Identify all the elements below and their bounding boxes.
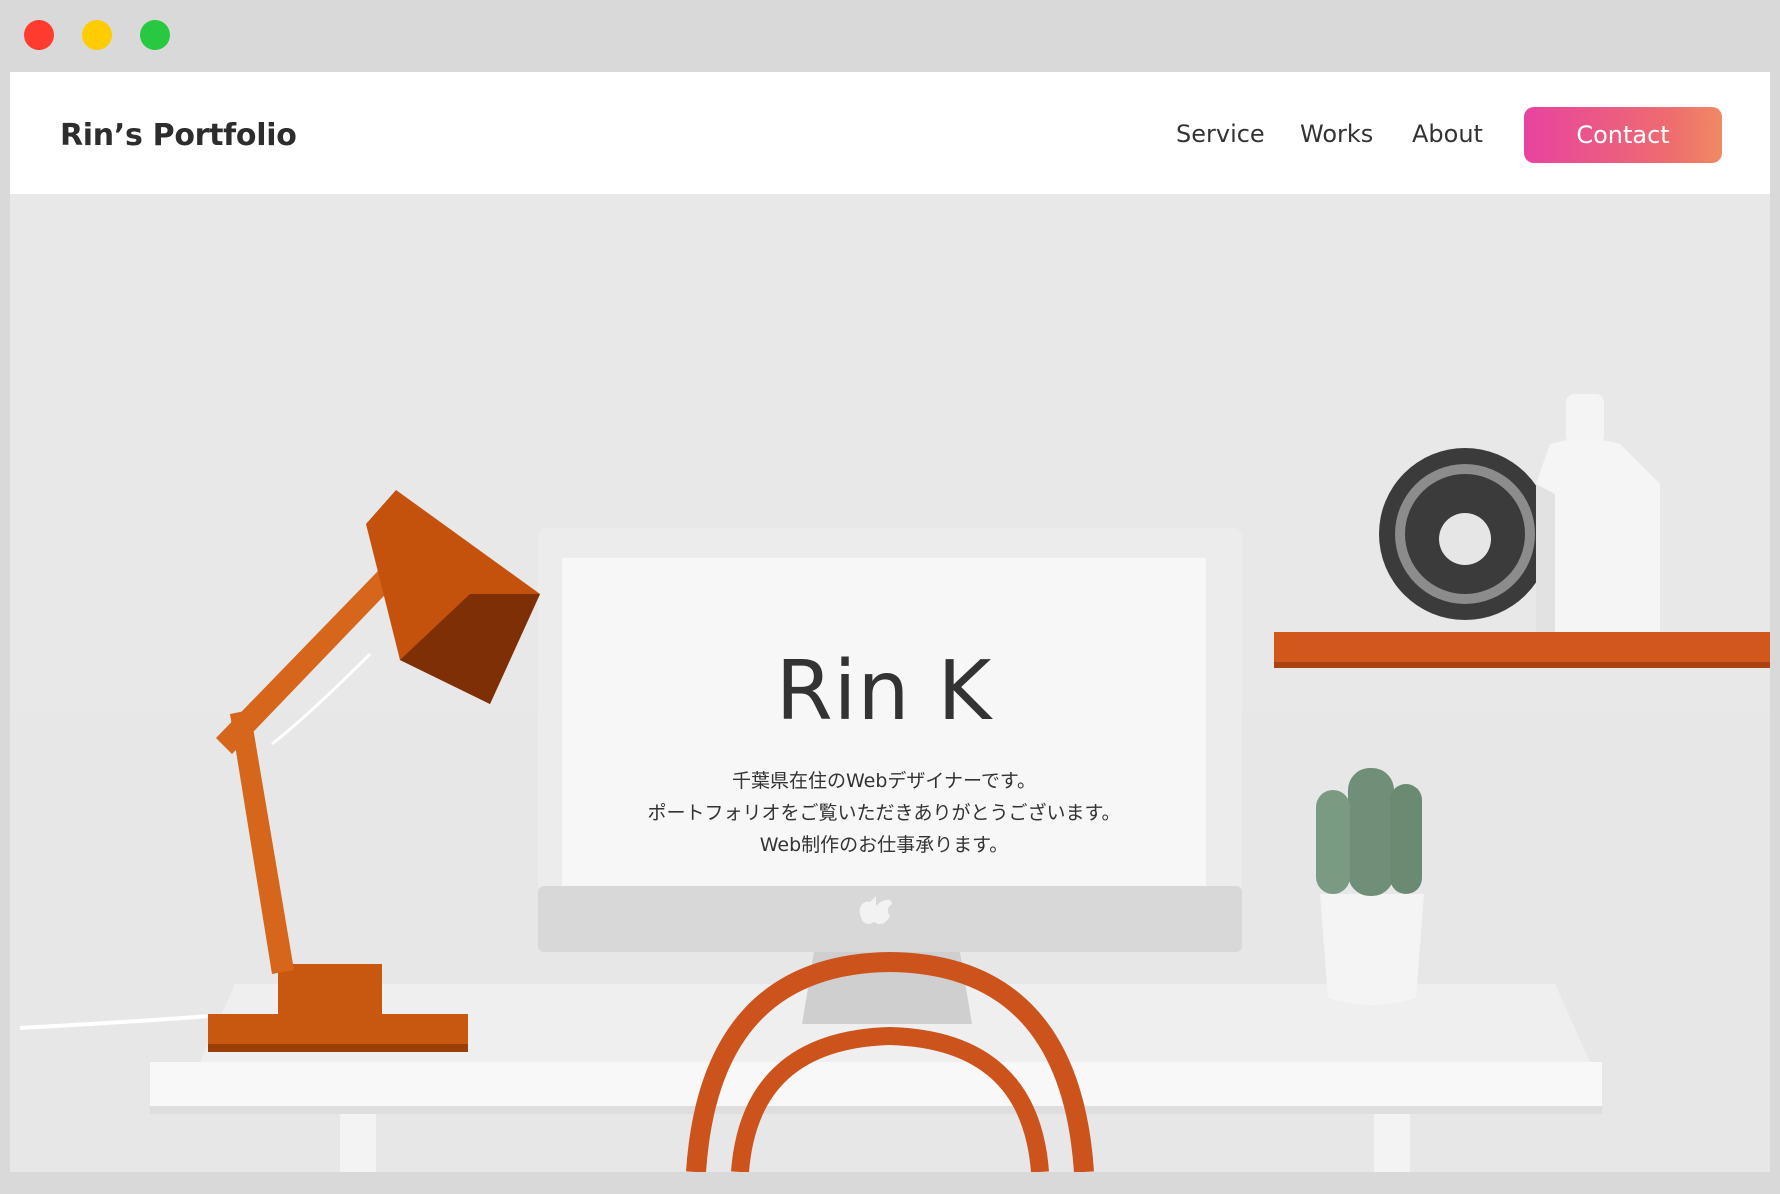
hero-intro-line-3: Web制作のお仕事承ります。 <box>759 834 1009 856</box>
nav-link-works[interactable]: Works <box>1300 120 1373 148</box>
hero-section: Rin K 千葉県在住のWebデザイナーです。 ポートフォリオをご覧いただきあり… <box>10 194 1770 1172</box>
browser-viewport: Rin’s Portfolio Service Works About Cont… <box>10 72 1770 1172</box>
hero-name-heading: Rin K <box>775 644 993 739</box>
nav-link-about[interactable]: About <box>1412 120 1483 148</box>
cactus-plant-illustration <box>1316 768 1424 1005</box>
contact-button[interactable]: Contact <box>1524 107 1722 163</box>
hero-intro-line-1: 千葉県在住のWebデザイナーです。 <box>731 770 1036 792</box>
site-header: Rin’s Portfolio Service Works About Cont… <box>10 72 1770 194</box>
site-logo[interactable]: Rin’s Portfolio <box>60 118 297 153</box>
minimize-window-icon[interactable] <box>82 20 112 50</box>
hero-intro-line-2: ポートフォリオをご覧いただきありがとうございます。 <box>647 802 1121 824</box>
shelf-illustration <box>1274 632 1770 668</box>
window-titlebar <box>0 0 1780 72</box>
maximize-window-icon[interactable] <box>140 20 170 50</box>
window-bottom-edge <box>0 1172 1780 1194</box>
nav-link-service[interactable]: Service <box>1176 120 1265 148</box>
monitor-screen-content: Rin K 千葉県在住のWebデザイナーです。 ポートフォリオをご覧いただきあり… <box>562 558 1206 918</box>
close-window-icon[interactable] <box>24 20 54 50</box>
at-sign-decor <box>1379 448 1551 620</box>
